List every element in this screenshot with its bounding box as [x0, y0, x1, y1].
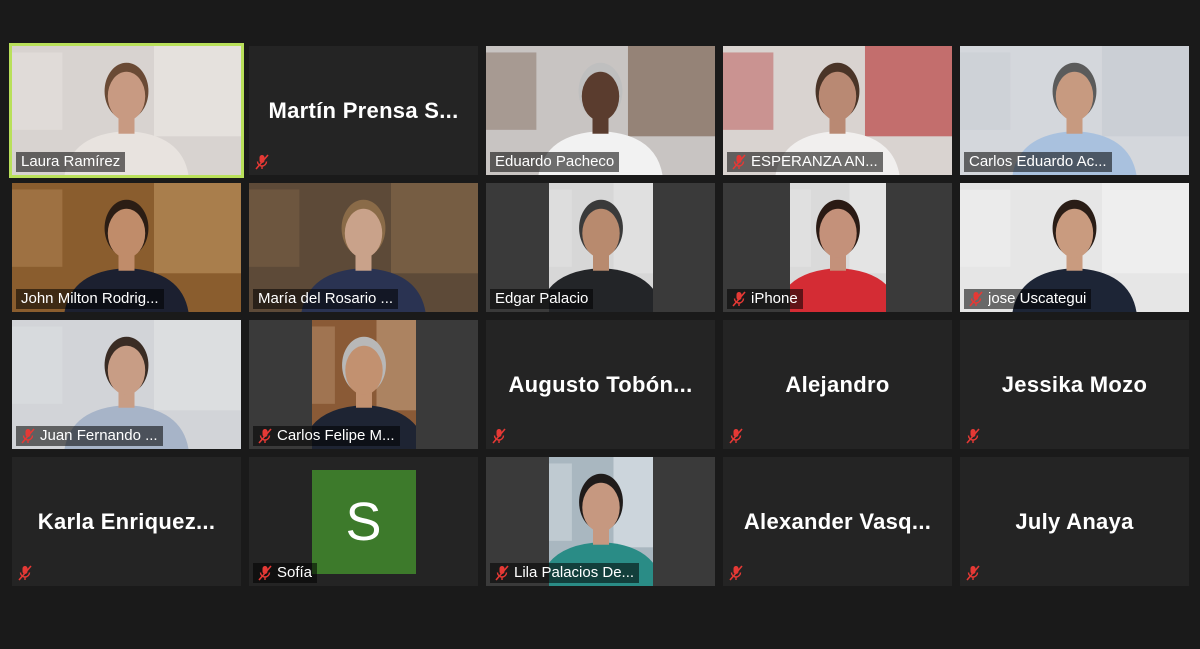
participant-tile[interactable]: Augusto Tobón... [486, 320, 715, 449]
participant-tile[interactable]: Alejandro [723, 320, 952, 449]
participant-avatar: S [311, 469, 416, 574]
participant-name: Lila Palacios De... [514, 564, 635, 581]
participant-name-label: Juan Fernando ... [16, 426, 163, 446]
muted-mic-icon [732, 291, 746, 307]
muted-mic-icon [732, 154, 746, 170]
muted-mic-icon [255, 154, 269, 170]
participant-tile[interactable]: Karla Enriquez... [12, 457, 241, 586]
muted-mic-icon [21, 428, 35, 444]
participant-name-label: María del Rosario ... [253, 289, 399, 309]
participant-name-label: Eduardo Pacheco [490, 152, 620, 172]
participant-name: ESPERANZA AN... [751, 153, 878, 170]
participant-tile[interactable]: John Milton Rodrig... [12, 183, 241, 312]
participant-tile[interactable]: S Sofía [249, 457, 478, 586]
participant-name: Augusto Tobón... [508, 371, 693, 397]
participant-name-label: jose Uscategui [964, 289, 1092, 309]
participant-name-label: Carlos Felipe M... [253, 426, 400, 446]
participant-tile[interactable]: Carlos Felipe M... [249, 320, 478, 449]
participant-name: John Milton Rodrig... [21, 290, 159, 307]
participant-name: Martín Prensa S... [268, 97, 459, 123]
participant-name: Alexander Vasq... [743, 508, 932, 534]
participant-name-label: Edgar Palacio [490, 289, 594, 309]
participant-name-label: Carlos Eduardo Ac... [964, 152, 1112, 172]
participant-tile[interactable]: Alexander Vasq... [723, 457, 952, 586]
muted-mic-icon [258, 565, 272, 581]
muted-mic-icon [258, 428, 272, 444]
participant-tile[interactable]: Martín Prensa S... [249, 46, 478, 175]
participant-name-label: iPhone [727, 289, 803, 309]
participant-name: Juan Fernando ... [40, 427, 158, 444]
participant-name: Alejandro [785, 371, 890, 397]
participant-grid: Laura Ramírez Martín Prensa S... Eduardo P… [9, 43, 1189, 586]
participant-tile[interactable]: Lila Palacios De... [486, 457, 715, 586]
participant-tile[interactable]: María del Rosario ... [249, 183, 478, 312]
participant-tile[interactable]: Carlos Eduardo Ac... [960, 46, 1189, 175]
participant-tile[interactable]: jose Uscategui [960, 183, 1189, 312]
participant-tile[interactable]: Juan Fernando ... [12, 320, 241, 449]
participant-name-label: Sofía [253, 563, 318, 583]
participant-tile[interactable]: ESPERANZA AN... [723, 46, 952, 175]
participant-name-label: Laura Ramírez [16, 152, 126, 172]
muted-mic-icon [492, 428, 506, 444]
participant-tile[interactable]: Edgar Palacio [486, 183, 715, 312]
participant-name: jose Uscategui [988, 290, 1087, 307]
participant-name: Eduardo Pacheco [495, 153, 615, 170]
participant-tile[interactable]: Laura Ramírez [9, 43, 244, 178]
muted-mic-icon [966, 428, 980, 444]
participant-name-label: Lila Palacios De... [490, 563, 640, 583]
participant-tile[interactable]: Eduardo Pacheco [486, 46, 715, 175]
participant-name: Karla Enriquez... [37, 508, 216, 534]
participant-video [775, 183, 900, 312]
participant-tile[interactable]: iPhone [723, 183, 952, 312]
muted-mic-icon [969, 291, 983, 307]
participant-name-label: John Milton Rodrig... [16, 289, 164, 309]
muted-mic-icon [729, 428, 743, 444]
participant-tile[interactable]: Jessika Mozo [960, 320, 1189, 449]
participant-name: María del Rosario ... [258, 290, 394, 307]
participant-name-label: ESPERANZA AN... [727, 152, 883, 172]
participant-name: Carlos Eduardo Ac... [969, 153, 1107, 170]
participant-tile[interactable]: July Anaya [960, 457, 1189, 586]
participant-video-feed [775, 183, 900, 312]
participant-name: iPhone [751, 290, 798, 307]
muted-mic-icon [729, 565, 743, 581]
participant-name: July Anaya [1015, 508, 1134, 534]
participant-name: Laura Ramírez [21, 153, 121, 170]
participant-name: Sofía [277, 564, 313, 581]
participant-name: Jessika Mozo [1001, 371, 1148, 397]
muted-mic-icon [966, 565, 980, 581]
participant-name: Carlos Felipe M... [277, 427, 395, 444]
muted-mic-icon [495, 565, 509, 581]
participant-name: Edgar Palacio [495, 290, 589, 307]
muted-mic-icon [18, 565, 32, 581]
